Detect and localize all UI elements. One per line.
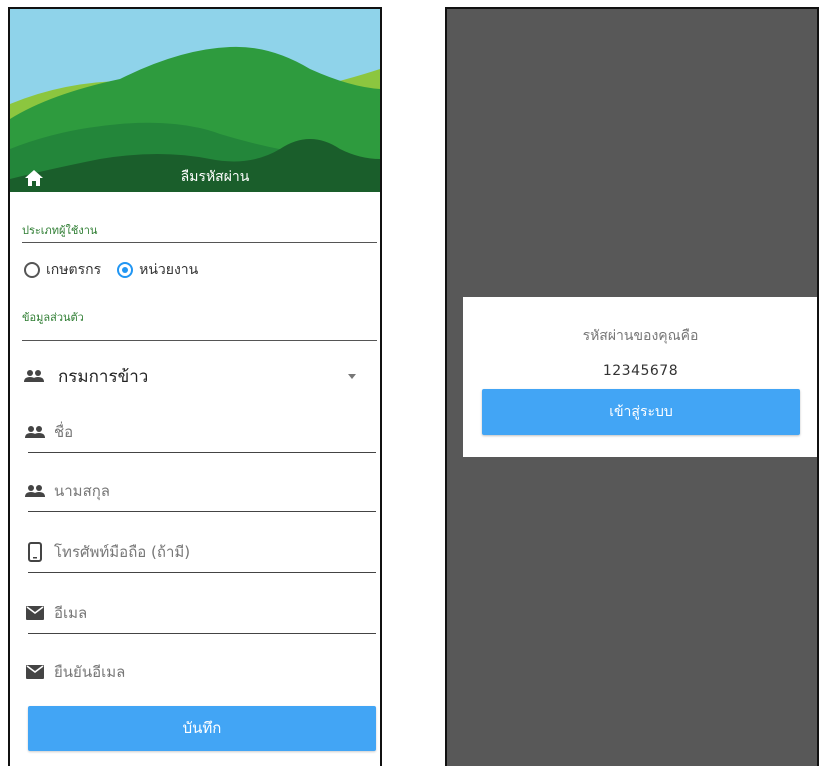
- mobile-phone-placeholder: โทรศัพท์มือถือ (ถ้ามี): [54, 543, 191, 561]
- radio-farmer-circle[interactable]: [24, 262, 40, 278]
- email-underline: [28, 633, 376, 634]
- mail-icon: [24, 604, 46, 622]
- register-screen: ลืมรหัสผ่าน ประเภทผู้ใช้งาน เกษตรกร หน่ว…: [8, 7, 382, 766]
- mobile-phone-underline: [28, 572, 376, 573]
- people-icon: [24, 370, 44, 382]
- radio-farmer[interactable]: เกษตรกร: [24, 259, 101, 281]
- first-name-underline: [28, 452, 376, 453]
- radio-farmer-label: เกษตรกร: [46, 262, 102, 278]
- mail-icon: [24, 663, 46, 681]
- mobile-phone-field[interactable]: โทรศัพท์มือถือ (ถ้ามี): [24, 537, 376, 573]
- department-select[interactable]: กรมการข้าว: [24, 362, 364, 390]
- people-icon: [24, 482, 46, 500]
- user-type-radio-group: เกษตรกร หน่วยงาน: [24, 259, 214, 281]
- phone-icon: [24, 542, 46, 562]
- radio-agency-circle[interactable]: [117, 262, 134, 278]
- password-dialog: รหัสผ่านของคุณคือ 12345678 เข้าสู่ระบบ: [463, 297, 817, 457]
- page-title: ลืมรหัสผ่าน: [180, 169, 250, 185]
- user-type-label: ประเภทผู้ใช้งาน: [22, 224, 98, 237]
- radio-agency[interactable]: หน่วยงาน: [117, 259, 198, 281]
- last-name-underline: [28, 511, 376, 512]
- last-name-field[interactable]: นามสกุล: [24, 476, 376, 512]
- password-result-screen: รหัสผ่านของคุณคือ 12345678 เข้าสู่ระบบ: [445, 7, 819, 766]
- first-name-field[interactable]: ชื่อ: [24, 417, 376, 453]
- save-button[interactable]: บันทึก: [28, 706, 376, 751]
- email-field[interactable]: อีเมล: [24, 598, 376, 634]
- confirm-email-placeholder: ยืนยันอีเมล: [54, 663, 126, 681]
- chevron-down-icon[interactable]: [348, 374, 356, 379]
- dialog-title: รหัสผ่านของคุณคือ: [582, 328, 699, 344]
- password-value: 12345678: [602, 363, 679, 379]
- radio-agency-label: หน่วยงาน: [139, 262, 199, 278]
- last-name-placeholder: นามสกุล: [54, 482, 110, 500]
- email-placeholder: อีเมล: [54, 604, 88, 622]
- people-icon: [24, 423, 46, 441]
- user-type-divider: [22, 242, 377, 243]
- personal-info-label: ข้อมูลส่วนตัว: [22, 311, 84, 324]
- personal-info-divider: [22, 340, 377, 341]
- first-name-placeholder: ชื่อ: [54, 423, 74, 441]
- mountain-header-image: [10, 9, 380, 192]
- confirm-email-field[interactable]: ยืนยันอีเมล: [24, 657, 376, 687]
- department-select-value: กรมการข้าว: [58, 366, 149, 387]
- login-button[interactable]: เข้าสู่ระบบ: [482, 389, 800, 435]
